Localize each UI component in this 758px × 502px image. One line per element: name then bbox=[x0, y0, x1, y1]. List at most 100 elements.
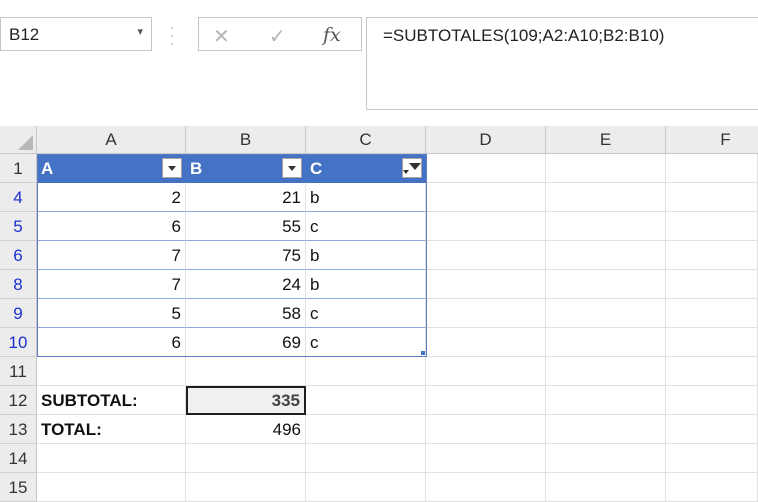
table-cell[interactable]: 24 bbox=[186, 270, 306, 299]
table-cell[interactable]: b bbox=[306, 241, 426, 270]
row-header-6[interactable]: 6 bbox=[0, 241, 37, 270]
cell-d-empty[interactable] bbox=[426, 415, 546, 444]
cell-f-empty[interactable] bbox=[666, 270, 758, 299]
cell-d-empty[interactable] bbox=[426, 328, 546, 357]
cell-c13[interactable] bbox=[306, 415, 426, 444]
cell-b15[interactable] bbox=[186, 473, 306, 502]
cell-f-empty[interactable] bbox=[666, 212, 758, 241]
filter-dropdown-icon[interactable] bbox=[282, 158, 302, 178]
row-header-11[interactable]: 11 bbox=[0, 357, 37, 386]
cell-d-empty[interactable] bbox=[426, 444, 546, 473]
cell-e-empty[interactable] bbox=[546, 212, 666, 241]
select-all-button[interactable] bbox=[0, 126, 37, 154]
cell-e-empty[interactable] bbox=[546, 444, 666, 473]
cell-d-empty[interactable] bbox=[426, 241, 546, 270]
row-header-15[interactable]: 15 bbox=[0, 473, 37, 502]
cell-b11[interactable] bbox=[186, 357, 306, 386]
cell-e-empty[interactable] bbox=[546, 241, 666, 270]
table-cell[interactable]: 6 bbox=[37, 212, 186, 241]
name-box-dropdown-icon[interactable]: ▾ bbox=[137, 25, 143, 38]
cell-e-empty[interactable] bbox=[546, 328, 666, 357]
cell-f-empty[interactable] bbox=[666, 386, 758, 415]
cell-f-empty[interactable] bbox=[666, 299, 758, 328]
table-cell[interactable]: 2 bbox=[37, 183, 186, 212]
table-cell[interactable]: 55 bbox=[186, 212, 306, 241]
cell-c11[interactable] bbox=[306, 357, 426, 386]
cell-f-empty[interactable] bbox=[666, 473, 758, 502]
enter-icon[interactable]: ✓ bbox=[269, 24, 286, 49]
column-header-e[interactable]: E bbox=[546, 126, 666, 154]
cell-f-empty[interactable] bbox=[666, 415, 758, 444]
cell-c14[interactable] bbox=[306, 444, 426, 473]
table-resize-handle[interactable] bbox=[421, 351, 425, 355]
cell-d-empty[interactable] bbox=[426, 270, 546, 299]
table-cell[interactable]: 58 bbox=[186, 299, 306, 328]
filter-dropdown-icon[interactable] bbox=[162, 158, 182, 178]
table-cell[interactable]: 6 bbox=[37, 328, 186, 357]
cell-e-empty[interactable] bbox=[546, 183, 666, 212]
name-box[interactable]: B12 ▾ bbox=[0, 17, 152, 51]
cell-d-empty[interactable] bbox=[426, 473, 546, 502]
table-cell[interactable]: c bbox=[306, 299, 426, 328]
cell-f-empty[interactable] bbox=[666, 444, 758, 473]
row-header-9[interactable]: 9 bbox=[0, 299, 37, 328]
cell-e-empty[interactable] bbox=[546, 270, 666, 299]
cell-f-empty[interactable] bbox=[666, 357, 758, 386]
formula-bar-splitter-icon[interactable]: · · · bbox=[170, 20, 178, 50]
table-cell[interactable]: b bbox=[306, 270, 426, 299]
cell-e-empty[interactable] bbox=[546, 386, 666, 415]
cell-d-empty[interactable] bbox=[426, 154, 546, 183]
table-cell[interactable]: 75 bbox=[186, 241, 306, 270]
filter-active-icon[interactable] bbox=[402, 158, 422, 178]
column-header-b[interactable]: B bbox=[186, 126, 306, 154]
cell-c15[interactable] bbox=[306, 473, 426, 502]
table-cell[interactable]: 69 bbox=[186, 328, 306, 357]
subtotal-value-cell-b12[interactable]: 335 bbox=[186, 386, 306, 415]
table-cell[interactable]: 7 bbox=[37, 241, 186, 270]
row-header-10[interactable]: 10 bbox=[0, 328, 37, 357]
row-header-14[interactable]: 14 bbox=[0, 444, 37, 473]
cell-e-empty[interactable] bbox=[546, 415, 666, 444]
cell-a11[interactable] bbox=[37, 357, 186, 386]
cell-d-empty[interactable] bbox=[426, 386, 546, 415]
row-header-8[interactable]: 8 bbox=[0, 270, 37, 299]
total-value-cell-b13[interactable]: 496 bbox=[186, 415, 306, 444]
formula-input[interactable]: =SUBTOTALES(109;A2:A10;B2:B10) bbox=[366, 17, 758, 110]
cell-b14[interactable] bbox=[186, 444, 306, 473]
row-header-13[interactable]: 13 bbox=[0, 415, 37, 444]
cell-f-empty[interactable] bbox=[666, 154, 758, 183]
cell-e-empty[interactable] bbox=[546, 473, 666, 502]
cell-e-empty[interactable] bbox=[546, 154, 666, 183]
table-cell[interactable]: 21 bbox=[186, 183, 306, 212]
cell-d-empty[interactable] bbox=[426, 299, 546, 328]
subtotal-label[interactable]: SUBTOTAL: bbox=[37, 386, 186, 415]
table-header-cell[interactable]: A bbox=[37, 154, 186, 183]
table-header-cell[interactable]: B bbox=[186, 154, 306, 183]
table-header-cell[interactable]: C bbox=[306, 154, 426, 183]
column-header-d[interactable]: D bbox=[426, 126, 546, 154]
cell-f-empty[interactable] bbox=[666, 183, 758, 212]
cell-a15[interactable] bbox=[37, 473, 186, 502]
cell-f-empty[interactable] bbox=[666, 241, 758, 270]
cell-c12[interactable] bbox=[306, 386, 426, 415]
row-header-4[interactable]: 4 bbox=[0, 183, 37, 212]
table-cell[interactable]: c bbox=[306, 328, 426, 357]
cancel-icon[interactable]: ✕ bbox=[213, 24, 230, 49]
row-header-12[interactable]: 12 bbox=[0, 386, 37, 415]
cell-e-empty[interactable] bbox=[546, 357, 666, 386]
cell-a14[interactable] bbox=[37, 444, 186, 473]
column-header-a[interactable]: A bbox=[37, 126, 186, 154]
column-header-f[interactable]: F bbox=[666, 126, 758, 154]
table-cell[interactable]: 5 bbox=[37, 299, 186, 328]
total-label[interactable]: TOTAL: bbox=[37, 415, 186, 444]
cell-e-empty[interactable] bbox=[546, 299, 666, 328]
row-header-5[interactable]: 5 bbox=[0, 212, 37, 241]
table-cell[interactable]: b bbox=[306, 183, 426, 212]
insert-function-icon[interactable]: fx bbox=[323, 24, 341, 46]
cell-f-empty[interactable] bbox=[666, 328, 758, 357]
table-cell[interactable]: 7 bbox=[37, 270, 186, 299]
column-header-c[interactable]: C bbox=[306, 126, 426, 154]
cell-d-empty[interactable] bbox=[426, 212, 546, 241]
cell-d-empty[interactable] bbox=[426, 183, 546, 212]
cell-d-empty[interactable] bbox=[426, 357, 546, 386]
